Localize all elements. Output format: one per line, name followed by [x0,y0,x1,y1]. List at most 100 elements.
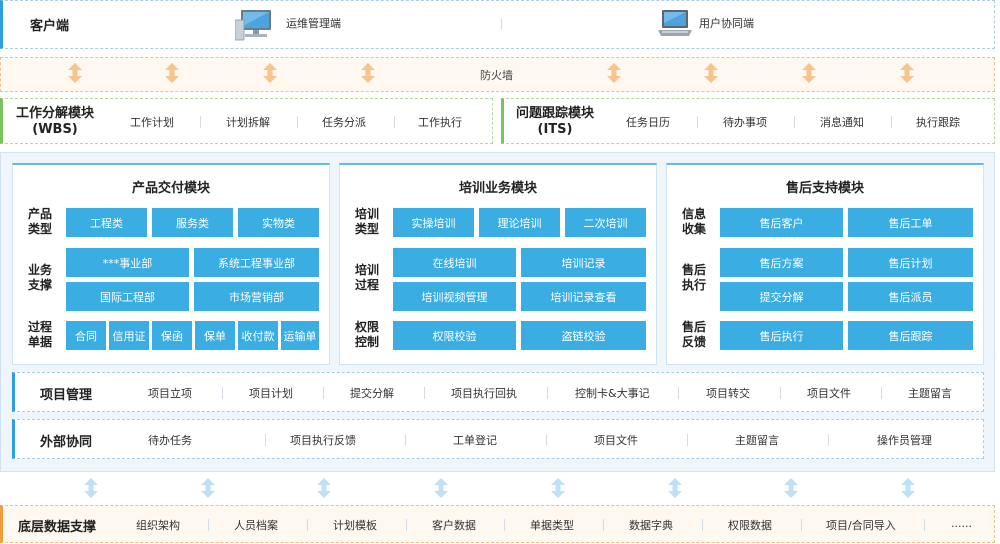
label-line: 类型 [27,222,52,236]
aftersales-exec-cell[interactable]: 提交分解 [720,282,843,311]
bottom-item[interactable]: 客户数据 [432,517,476,533]
product-support-cell[interactable]: 国际工程部 [66,282,189,311]
aftersales-row-label-feedback: 售后 反馈 [679,320,709,350]
divider [323,387,324,399]
project-item[interactable]: 项目执行回执 [451,385,517,401]
wbs-item-assign[interactable]: 任务分派 [322,114,366,130]
label-line: 单据 [27,335,52,349]
training-type-cell[interactable]: 二次培训 [565,208,646,237]
product-support-cell[interactable]: 系统工程事业部 [194,248,319,277]
product-doc-cell[interactable]: 保函 [152,321,192,350]
divider [424,387,425,399]
label-line: 权限 [354,320,379,334]
aftersales-info-cell[interactable]: 售后工单 [848,208,973,237]
training-row-label-process: 培训 过程 [352,263,382,293]
bottom-item[interactable]: 项目/合同导入 [826,517,896,533]
client-item-ops[interactable]: 运维管理端 [286,15,341,31]
divider [546,434,547,446]
product-support-cell[interactable]: ***事业部 [66,248,189,277]
training-process-cell[interactable]: 培训记录 [521,248,646,277]
wbs-title-line2: (WBS) [32,122,78,137]
divider [678,387,679,399]
aftersales-panel-title: 售后支持模块 [785,181,864,196]
wbs-item-split[interactable]: 计划拆解 [226,114,270,130]
product-doc-cell[interactable]: 收付款 [238,321,278,350]
bottom-item[interactable]: 数据字典 [629,517,673,533]
divider [794,116,795,128]
product-type-cell[interactable]: 服务类 [152,208,233,237]
laptop-icon [658,10,692,36]
bottom-item[interactable]: 计划模板 [333,517,377,533]
product-panel-title: 产品交付模块 [131,181,210,196]
divider [394,116,395,128]
training-type-cell[interactable]: 理论培训 [479,208,560,237]
label-line: 支撑 [27,278,52,292]
bottom-item-more: ...... [951,517,972,530]
aftersales-row-label-info: 信息 收集 [679,207,709,237]
blue-double-arrow-icon [317,478,331,498]
wbs-item-plan[interactable]: 工作计划 [130,114,174,130]
divider [297,116,298,128]
external-item[interactable]: 项目执行反馈 [290,432,356,448]
product-doc-cell[interactable]: 信用证 [109,321,149,350]
training-auth-cell[interactable]: 盗链校验 [521,321,646,350]
training-process-cell[interactable]: 培训记录查看 [521,282,646,311]
firewall-label: 防火墙 [480,69,513,82]
client-row [0,0,995,49]
product-doc-cell[interactable]: 运输单 [281,321,319,350]
client-item-user[interactable]: 用户协同端 [699,15,754,31]
training-type-cell[interactable]: 实操培训 [393,208,474,237]
project-item[interactable]: 控制卡&大事记 [575,385,650,401]
bottom-item[interactable]: 权限数据 [728,517,772,533]
its-item-calendar[interactable]: 任务日历 [626,114,670,130]
divider [504,519,505,531]
divider [501,18,502,30]
its-item-notify[interactable]: 消息通知 [820,114,864,130]
product-doc-cell[interactable]: 保单 [195,321,235,350]
project-item[interactable]: 项目文件 [807,385,851,401]
wbs-title: 工作分解模块 (WBS) [10,106,100,138]
label-line: 过程 [354,278,379,292]
aftersales-info-cell[interactable]: 售后客户 [720,208,843,237]
project-item[interactable]: 提交分解 [350,385,394,401]
product-support-cell[interactable]: 市场营销部 [194,282,319,311]
external-item[interactable]: 项目文件 [594,432,638,448]
training-process-cell[interactable]: 在线培训 [393,248,516,277]
label-line: 培训 [354,207,379,221]
aftersales-exec-cell[interactable]: 售后派员 [848,282,973,311]
wbs-item-exec[interactable]: 工作执行 [418,114,462,130]
external-item[interactable]: 主题留言 [735,432,779,448]
divider [222,387,223,399]
divider [603,519,604,531]
external-item[interactable]: 工单登记 [453,432,497,448]
blue-double-arrow-icon [434,478,448,498]
training-row-label-auth: 权限 控制 [352,320,382,350]
aftersales-exec-cell[interactable]: 售后计划 [848,248,973,277]
external-item[interactable]: 操作员管理 [877,432,932,448]
label-line: 收集 [681,222,706,236]
aftersales-exec-cell[interactable]: 售后方案 [720,248,843,277]
its-item-track[interactable]: 执行跟踪 [916,114,960,130]
project-item[interactable]: 主题留言 [908,385,952,401]
bottom-item[interactable]: 单据类型 [530,517,574,533]
product-row-label-docs: 过程 单据 [25,320,55,350]
blue-double-arrow-icon [84,478,98,498]
aftersales-feedback-cell[interactable]: 售后跟踪 [848,321,973,350]
training-row-label-type: 培训 类型 [352,207,382,237]
divider [307,519,308,531]
bottom-item[interactable]: 组织架构 [136,517,180,533]
label-line: 信息 [681,207,706,221]
project-item[interactable]: 项目转交 [706,385,750,401]
project-item[interactable]: 项目计划 [249,385,293,401]
product-type-cell[interactable]: 工程类 [66,208,147,237]
aftersales-feedback-cell[interactable]: 售后执行 [720,321,843,350]
bottom-item[interactable]: 人员档案 [234,517,278,533]
product-doc-cell[interactable]: 合同 [66,321,106,350]
its-item-todo[interactable]: 待办事项 [723,114,767,130]
product-type-cell[interactable]: 实物类 [238,208,319,237]
project-item[interactable]: 项目立项 [148,385,192,401]
training-auth-cell[interactable]: 权限校验 [393,321,516,350]
external-item[interactable]: 待办任务 [148,432,192,448]
label-line: 反馈 [681,335,706,349]
training-process-cell[interactable]: 培训视频管理 [393,282,516,311]
